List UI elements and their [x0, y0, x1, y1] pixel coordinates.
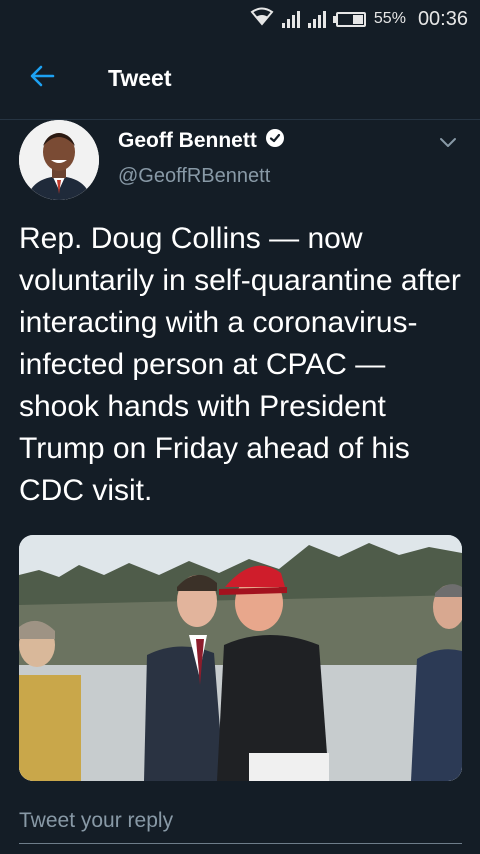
status-bar: 55% 00:36 — [0, 0, 480, 38]
tweet-author-row: Geoff Bennett @GeoffRBennett — [0, 120, 480, 220]
reply-input[interactable]: Tweet your reply — [19, 798, 462, 844]
page-title: Tweet — [108, 65, 172, 91]
avatar[interactable] — [19, 120, 99, 200]
reply-placeholder: Tweet your reply — [19, 808, 174, 832]
battery-percent: 55% — [373, 10, 406, 27]
clock: 00:36 — [417, 7, 468, 30]
tweet: Geoff Bennett @GeoffRBennett Rep. Doug C… — [0, 120, 480, 781]
author-name[interactable]: Geoff Bennett — [118, 129, 257, 153]
signal-icon — [307, 10, 326, 28]
tweet-menu-button[interactable] — [434, 128, 462, 156]
back-button[interactable] — [0, 38, 84, 120]
signal-icon — [281, 10, 300, 28]
arrow-left-icon — [29, 64, 55, 93]
app-header: Tweet — [0, 38, 480, 120]
author-handle[interactable]: @GeoffRBennett — [118, 165, 270, 188]
tweet-photo[interactable] — [19, 535, 462, 781]
author-name-row: Geoff Bennett — [118, 128, 285, 153]
tweet-text: Rep. Doug Collins — now voluntarily in s… — [19, 222, 461, 507]
battery-icon — [332, 11, 366, 27]
verified-badge-icon — [265, 128, 285, 153]
chevron-down-icon — [434, 138, 462, 160]
wifi-icon — [250, 6, 274, 32]
